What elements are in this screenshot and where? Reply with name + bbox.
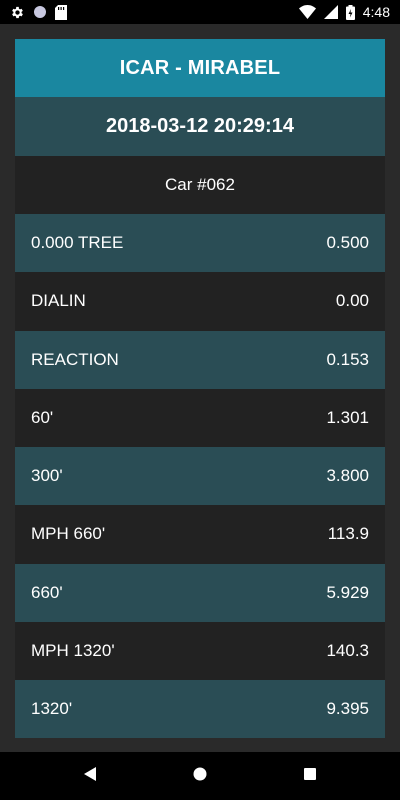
home-icon	[192, 766, 208, 787]
row-label: 1320'	[31, 699, 73, 719]
back-button[interactable]	[35, 752, 145, 800]
row-value: 1.301	[326, 407, 369, 427]
result-row-tree: 0.000 TREE 0.500	[15, 214, 385, 273]
row-value: 5.929	[326, 582, 369, 602]
row-label: REACTION	[31, 349, 119, 369]
result-row-1320ft: 1320' 9.395	[15, 680, 385, 739]
results-card: ICAR - MIRABEL 2018-03-12 20:29:14 Car #…	[15, 39, 385, 739]
row-label: 300'	[31, 466, 63, 486]
result-row-reaction: REACTION 0.153	[15, 330, 385, 389]
recents-button[interactable]	[255, 752, 365, 800]
row-label: MPH 660'	[31, 524, 106, 544]
result-row-mph-1320ft: MPH 1320' 140.3	[15, 621, 385, 680]
row-value: 9.395	[326, 699, 369, 719]
result-row-60ft: 60' 1.301	[15, 388, 385, 447]
track-title: ICAR - MIRABEL	[15, 39, 385, 97]
result-row-300ft: 300' 3.800	[15, 447, 385, 506]
signal-icon	[323, 5, 338, 19]
wifi-icon	[298, 5, 316, 19]
row-value: 0.00	[335, 291, 369, 311]
status-time: 4:48	[362, 4, 390, 20]
gear-icon	[10, 5, 25, 20]
row-label: MPH 1320'	[31, 640, 115, 660]
result-row-mph-660ft: MPH 660' 113.9	[15, 505, 385, 564]
recents-icon	[303, 767, 317, 786]
row-label: 660'	[31, 582, 63, 602]
navigation-bar	[0, 752, 400, 800]
row-label: 60'	[31, 407, 54, 427]
row-label: 0.000 TREE	[31, 233, 124, 253]
status-bar: 4:48	[0, 0, 400, 24]
row-value: 0.500	[326, 233, 369, 253]
row-value: 0.153	[326, 349, 369, 369]
battery-icon	[345, 4, 355, 20]
result-row-660ft: 660' 5.929	[15, 563, 385, 622]
circle-icon	[33, 5, 47, 19]
row-value: 140.3	[326, 640, 369, 660]
row-value: 3.800	[326, 466, 369, 486]
result-row-dialin: DIALIN 0.00	[15, 272, 385, 331]
car-number: Car #062	[15, 156, 385, 214]
row-label: DIALIN	[31, 291, 86, 311]
row-value: 113.9	[327, 524, 369, 544]
home-button[interactable]	[145, 752, 255, 800]
sd-card-icon	[55, 4, 67, 20]
back-icon	[83, 766, 97, 787]
run-datetime: 2018-03-12 20:29:14	[15, 97, 385, 156]
